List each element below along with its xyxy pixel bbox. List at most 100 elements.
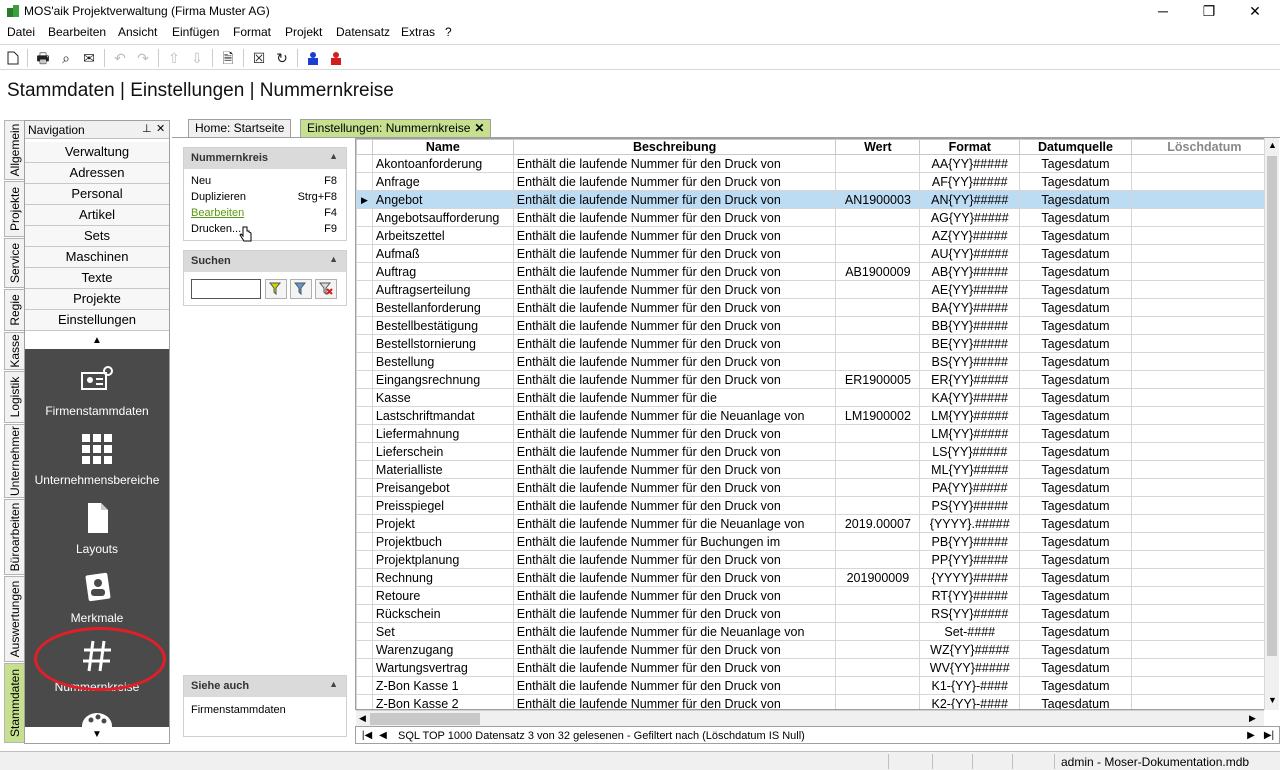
cell-datumquelle[interactable]: Tagesdatum — [1019, 460, 1132, 479]
cell-format[interactable]: AE{YY}##### — [919, 280, 1021, 299]
cell-datumquelle[interactable]: Tagesdatum — [1019, 532, 1132, 551]
table-row[interactable]: Angebotsaufforderung Enthält die laufende… — [356, 208, 1278, 227]
print-preview-icon[interactable]: ⌕ — [56, 48, 76, 68]
cell-datumquelle[interactable]: Tagesdatum — [1019, 262, 1132, 281]
column-header-datumquelle[interactable]: Datumquelle — [1019, 139, 1132, 155]
table-row[interactable]: Rückschein Enthält die laufende Nummer fü… — [356, 604, 1278, 623]
cell-name[interactable]: Bestellanforderung — [371, 298, 514, 317]
column-header-loeschdatum[interactable]: Löschdatum — [1130, 139, 1278, 155]
cell-datumquelle[interactable]: Tagesdatum — [1019, 550, 1132, 569]
cell-beschreibung[interactable]: Enthält die laufende Nummer für den Druc… — [512, 496, 837, 515]
cell-datumquelle[interactable]: Tagesdatum — [1019, 190, 1132, 209]
tab-nummernkreise[interactable]: Einstellungen: Nummernkreise ✕ — [300, 119, 492, 137]
cell-format[interactable]: AB{YY}##### — [919, 262, 1021, 281]
cell-beschreibung[interactable]: Enthält die laufende Nummer für die Neua… — [512, 406, 837, 425]
close-icon[interactable]: ✕ — [156, 122, 165, 135]
cell-datumquelle[interactable]: Tagesdatum — [1019, 172, 1132, 191]
cell-beschreibung[interactable]: Enthält die laufende Nummer für die Neua… — [512, 514, 837, 533]
column-header-beschreibung[interactable]: Beschreibung — [512, 139, 837, 155]
cell-loeschdatum[interactable] — [1130, 658, 1278, 677]
cell-name[interactable]: Aufmaß — [371, 244, 514, 263]
cell-format[interactable]: Set-#### — [919, 622, 1021, 641]
cell-wert[interactable] — [835, 532, 921, 551]
cell-datumquelle[interactable]: Tagesdatum — [1019, 568, 1132, 587]
collapse-icon[interactable]: ▲ — [329, 679, 338, 689]
menu-einfuegen[interactable]: Einfügen — [172, 25, 219, 39]
cell-datumquelle[interactable]: Tagesdatum — [1019, 604, 1132, 623]
table-row[interactable]: Warenzugang Enthält die laufende Nummer f… — [356, 640, 1278, 659]
cell-beschreibung[interactable]: Enthält die laufende Nummer für den Druc… — [512, 262, 837, 281]
cell-wert[interactable] — [835, 208, 921, 227]
cell-name[interactable]: Warenzugang — [371, 640, 514, 659]
cell-name[interactable]: Eingangsrechnung — [371, 370, 514, 389]
cell-datumquelle[interactable]: Tagesdatum — [1019, 370, 1132, 389]
cell-loeschdatum[interactable] — [1130, 334, 1278, 353]
action-neu[interactable]: Neu — [191, 175, 211, 187]
nav-personal[interactable]: Personal — [25, 184, 169, 205]
cell-loeschdatum[interactable] — [1130, 190, 1278, 209]
move-up-icon[interactable]: ⇧ — [164, 48, 184, 68]
actions-panel-header[interactable]: Nummernkreis ▲ — [184, 148, 346, 169]
cell-name[interactable]: Lastschriftmandat — [371, 406, 514, 425]
table-row[interactable]: Anfrage Enthält die laufende Nummer für d… — [356, 172, 1278, 191]
cell-format[interactable]: LM{YY}##### — [919, 424, 1021, 443]
cell-format[interactable]: RS{YY}##### — [919, 604, 1021, 623]
cell-loeschdatum[interactable] — [1130, 226, 1278, 245]
undo-icon[interactable]: ↶ — [110, 48, 130, 68]
table-row[interactable]: Set Enthält die laufende Nummer für die N… — [356, 622, 1278, 641]
cell-wert[interactable] — [835, 424, 921, 443]
nav-adressen[interactable]: Adressen — [25, 163, 169, 184]
cell-format[interactable]: WZ{YY}##### — [919, 640, 1021, 659]
cell-loeschdatum[interactable] — [1130, 460, 1278, 479]
cell-loeschdatum[interactable] — [1130, 208, 1278, 227]
cell-wert[interactable] — [835, 244, 921, 263]
cell-datumquelle[interactable]: Tagesdatum — [1019, 478, 1132, 497]
cell-wert[interactable] — [835, 640, 921, 659]
cell-datumquelle[interactable]: Tagesdatum — [1019, 388, 1132, 407]
cell-format[interactable]: {YYYY}##### — [919, 568, 1021, 587]
filter-selection-icon[interactable] — [290, 279, 312, 299]
email-icon[interactable]: ✉ — [79, 48, 99, 68]
table-row[interactable]: Auftragserteilung Enthält die laufende Nu… — [356, 280, 1278, 299]
report-icon[interactable]: 🗎 — [218, 48, 238, 68]
cell-datumquelle[interactable]: Tagesdatum — [1019, 298, 1132, 317]
horizontal-scrollbar[interactable]: ◀ ▶ — [356, 710, 1264, 726]
cell-name[interactable]: Retoure — [371, 586, 514, 605]
cell-beschreibung[interactable]: Enthält die laufende Nummer für den Druc… — [512, 280, 837, 299]
see-also-panel-header[interactable]: Siehe auch ▲ — [184, 676, 346, 697]
vertical-scrollbar[interactable]: ▲ ▼ — [1264, 138, 1279, 710]
cell-loeschdatum[interactable] — [1130, 442, 1278, 461]
cell-loeschdatum[interactable] — [1130, 154, 1278, 173]
cell-datumquelle[interactable]: Tagesdatum — [1019, 496, 1132, 515]
menu-ansicht[interactable]: Ansicht — [118, 25, 157, 39]
vtab-stammdaten[interactable]: Stammdaten — [4, 663, 24, 743]
table-row[interactable]: Aufmaß Enthält die laufende Nummer für de… — [356, 244, 1278, 263]
vtab-bueroarbeiten[interactable]: Büroarbeiten — [4, 499, 24, 575]
cell-beschreibung[interactable]: Enthält die laufende Nummer für den Druc… — [512, 640, 837, 659]
nav-item-firmenstammdaten[interactable]: Firmenstammdaten — [25, 359, 169, 427]
cell-wert[interactable]: AN1900003 — [835, 190, 921, 209]
table-row[interactable]: Projektbuch Enthält die laufende Nummer f… — [356, 532, 1278, 551]
see-also-firmenstammdaten[interactable]: Firmenstammdaten — [191, 704, 286, 716]
cell-datumquelle[interactable]: Tagesdatum — [1019, 244, 1132, 263]
filter-remove-icon[interactable] — [315, 279, 337, 299]
cell-format[interactable]: AA{YY}##### — [919, 154, 1021, 173]
cell-datumquelle[interactable]: Tagesdatum — [1019, 316, 1132, 335]
cell-format[interactable]: AF{YY}##### — [919, 172, 1021, 191]
cell-name[interactable]: Auftragserteilung — [371, 280, 514, 299]
cell-wert[interactable] — [835, 280, 921, 299]
cell-wert[interactable] — [835, 226, 921, 245]
cell-loeschdatum[interactable] — [1130, 568, 1278, 587]
cell-datumquelle[interactable]: Tagesdatum — [1019, 352, 1132, 371]
cell-name[interactable]: Kasse — [371, 388, 514, 407]
cell-beschreibung[interactable]: Enthält die laufende Nummer für den Druc… — [512, 352, 837, 371]
cell-name[interactable]: Wartungsvertrag — [371, 658, 514, 677]
cell-loeschdatum[interactable] — [1130, 262, 1278, 281]
cell-name[interactable]: Projektbuch — [371, 532, 514, 551]
table-row[interactable]: Bestellung Enthält die laufende Nummer fü… — [356, 352, 1278, 371]
cell-beschreibung[interactable]: Enthält die laufende Nummer für den Druc… — [512, 460, 837, 479]
vtab-kasse[interactable]: Kasse — [4, 332, 24, 370]
nav-texte[interactable]: Texte — [25, 268, 169, 289]
table-row[interactable]: Akontoanforderung Enthält die laufende Nu… — [356, 154, 1278, 173]
cell-name[interactable]: Arbeitszettel — [371, 226, 514, 245]
